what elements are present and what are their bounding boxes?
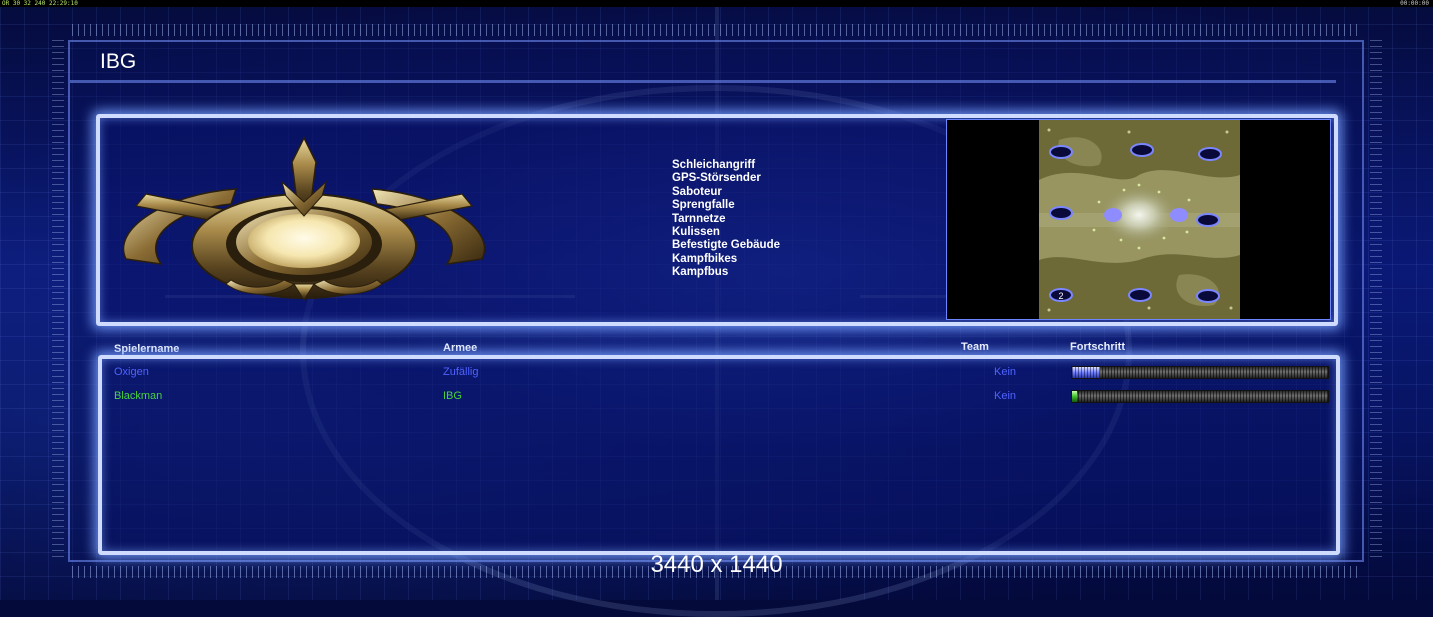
player-team: Kein	[994, 366, 1017, 378]
hud-bar: OR 30 32 240 22:29:10 00:00:00	[0, 0, 1433, 7]
hud-clock: 00:00:00	[1400, 0, 1429, 7]
feature-item: GPS-Störsender	[672, 172, 761, 185]
column-header-army: Armee	[443, 342, 478, 354]
title-bar	[70, 42, 1336, 83]
player-army: IBG	[443, 390, 462, 402]
feature-item: Sprengfalle	[672, 199, 735, 212]
left-ruler	[52, 40, 64, 560]
player-army: Zufällig	[443, 366, 479, 378]
feature-item: Schleichangriff	[672, 159, 756, 171]
feature-item: Kampfbus	[672, 266, 729, 279]
player-list-panel	[98, 355, 1340, 555]
progress-fill	[1072, 391, 1078, 402]
faction-title: IBG	[100, 50, 137, 73]
column-header-player-name: Spielername	[114, 343, 180, 355]
player-name: Blackman	[114, 390, 163, 402]
feature-item: Kulissen	[672, 226, 720, 239]
player-row: Blackman IBG Kein	[0, 390, 1433, 406]
loading-progress-bar	[1071, 390, 1329, 403]
hud-stats: OR 30 32 240 22:29:10	[2, 0, 78, 7]
map-terrain: 2	[1039, 120, 1240, 319]
feature-item: Tarnnetze	[672, 212, 726, 225]
feature-item: Kampfbikes	[672, 252, 738, 265]
feature-item: Befestigte Gebäude	[672, 239, 780, 252]
player-start-label: 2	[1058, 291, 1063, 301]
map-preview: 2	[946, 119, 1331, 320]
loading-progress-bar	[1071, 366, 1329, 379]
resolution-caption: 3440 x 1440	[650, 551, 783, 578]
top-ruler	[72, 24, 1362, 36]
column-header-team: Team	[961, 341, 989, 353]
right-ruler	[1370, 40, 1382, 560]
faction-emblem-icon	[123, 136, 485, 301]
feature-item: Saboteur	[672, 185, 722, 198]
progress-fill	[1072, 367, 1101, 378]
player-row: Oxigen Zufällig Kein	[0, 366, 1433, 382]
player-name: Oxigen	[114, 366, 149, 378]
faction-feature-list: Schleichangriff GPS-Störsender Saboteur …	[672, 159, 780, 280]
player-team: Kein	[994, 390, 1017, 402]
column-header-progress: Fortschritt	[1070, 341, 1125, 353]
